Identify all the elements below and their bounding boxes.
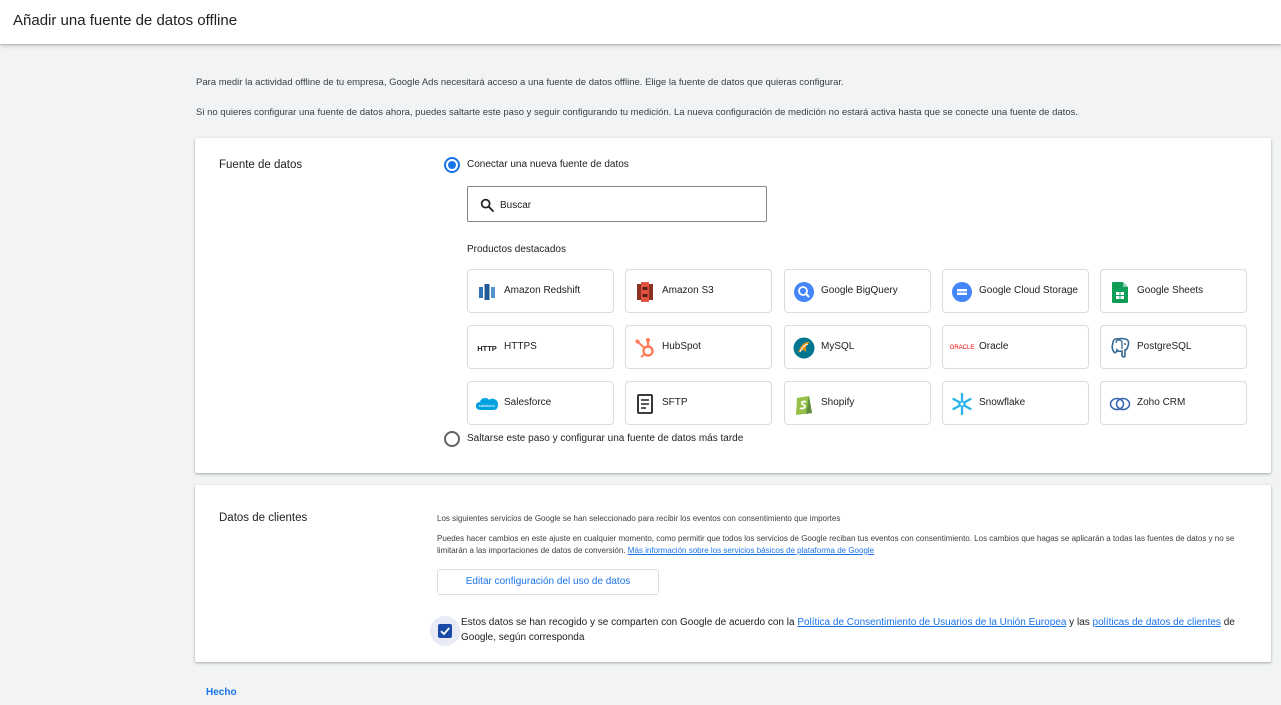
page-title: Añadir una fuente de datos offline — [13, 12, 238, 29]
google-cloud-storage-icon — [951, 281, 973, 303]
services-selected-text: Los siguientes servicios de Google se ha… — [437, 514, 841, 523]
tile-sftp[interactable]: SFTP — [625, 381, 772, 425]
done-button[interactable]: Hecho — [206, 687, 237, 698]
skip-radio[interactable] — [444, 431, 460, 447]
search-icon — [480, 198, 494, 212]
intro-text-2: Si no quieres configurar una fuente de d… — [196, 107, 1078, 118]
search-input[interactable] — [500, 195, 750, 215]
tile-mysql[interactable]: MySQL — [784, 325, 931, 369]
amazon-redshift-icon — [476, 281, 498, 303]
data-source-card: Fuente de datos Conectar una nueva fuent… — [195, 138, 1271, 473]
intro-text-1: Para medir la actividad offline de tu em… — [196, 77, 844, 88]
svg-text:salesforce: salesforce — [479, 404, 495, 408]
customer-data-policies-link[interactable]: políticas de datos de clientes — [1093, 617, 1221, 628]
learn-more-link[interactable]: Más información sobre los servicios bási… — [628, 546, 874, 555]
google-bigquery-icon — [793, 281, 815, 303]
edit-data-usage-button[interactable]: Editar configuración del uso de datos — [437, 569, 659, 595]
customer-data-label: Datos de clientes — [219, 512, 308, 524]
tile-snowflake[interactable]: Snowflake — [942, 381, 1089, 425]
snowflake-icon — [951, 393, 973, 415]
eu-consent-policy-link[interactable]: Política de Consentimiento de Usuarios d… — [797, 617, 1066, 628]
tile-salesforce[interactable]: salesforce Salesforce — [467, 381, 614, 425]
tile-google-cloud-storage[interactable]: Google Cloud Storage — [942, 269, 1089, 313]
tile-amazon-s3[interactable]: Amazon S3 — [625, 269, 772, 313]
checkmark-icon — [440, 627, 450, 636]
tile-amazon-redshift[interactable]: Amazon Redshift — [467, 269, 614, 313]
tile-postgresql[interactable]: PostgreSQL — [1100, 325, 1247, 369]
tile-hubspot[interactable]: HubSpot — [625, 325, 772, 369]
tile-shopify[interactable]: Shopify — [784, 381, 931, 425]
sftp-icon — [634, 393, 656, 415]
skip-radio-label: Saltarse este paso y configurar una fuen… — [467, 433, 744, 444]
postgresql-icon — [1109, 337, 1131, 359]
tile-google-bigquery[interactable]: Google BigQuery — [784, 269, 931, 313]
customer-data-card: Datos de clientes Los siguientes servici… — [195, 485, 1271, 662]
connect-radio-label: Conectar una nueva fuente de datos — [467, 159, 629, 170]
top-bar: Añadir una fuente de datos offline — [0, 0, 1281, 44]
amazon-s3-icon — [634, 281, 656, 303]
consent-text: Estos datos se han recogido y se compart… — [461, 617, 1235, 643]
http-icon: HTTP — [477, 343, 497, 353]
search-box[interactable] — [467, 186, 767, 222]
tile-https[interactable]: HTTP HTTPS — [467, 325, 614, 369]
google-sheets-icon — [1109, 281, 1131, 303]
tile-zoho-crm[interactable]: Zoho CRM — [1100, 381, 1247, 425]
oracle-icon: ORACLE — [949, 345, 975, 351]
tile-google-sheets[interactable]: Google Sheets — [1100, 269, 1247, 313]
hubspot-icon — [634, 337, 656, 359]
data-source-label: Fuente de datos — [219, 159, 303, 171]
connect-radio[interactable] — [444, 157, 460, 173]
tile-oracle[interactable]: ORACLE Oracle — [942, 325, 1089, 369]
salesforce-icon: salesforce — [474, 393, 500, 415]
shopify-icon — [793, 393, 815, 415]
featured-products-label: Productos destacados — [467, 244, 566, 255]
mysql-icon — [793, 337, 815, 359]
zoho-crm-icon — [1109, 393, 1131, 415]
services-change-text: Puedes hacer cambios en este ajuste en c… — [437, 534, 1235, 555]
consent-checkbox[interactable] — [438, 624, 452, 638]
